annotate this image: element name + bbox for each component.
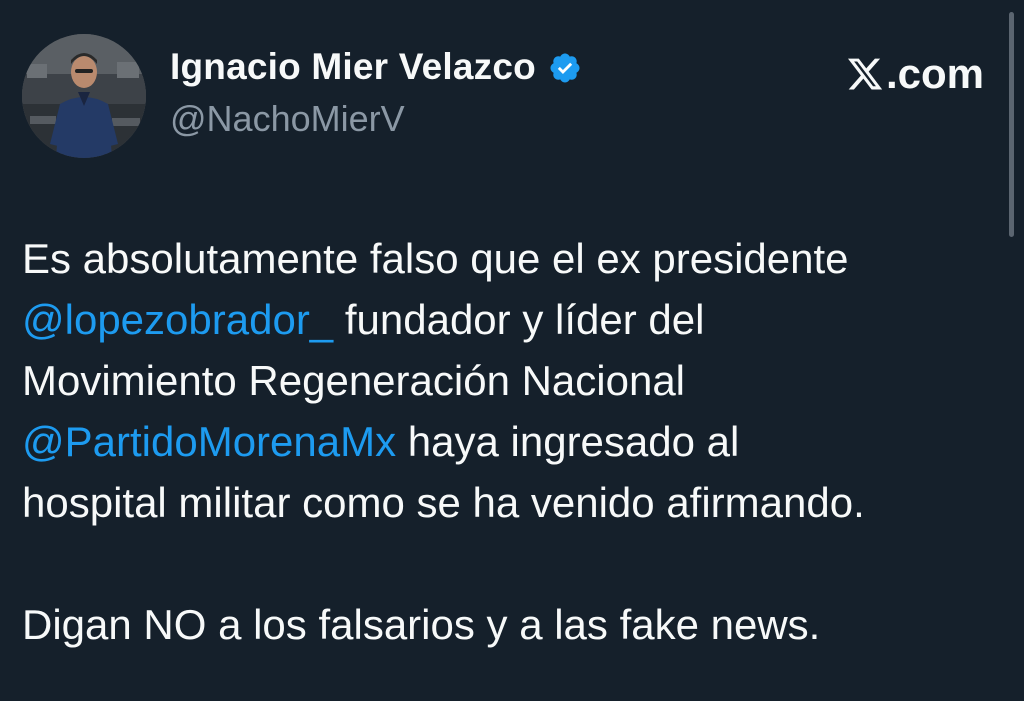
tweet-line-text: haya ingresado al [396,418,740,465]
tweet-line: @PartidoMorenaMx haya ingresado al [22,411,997,472]
display-name[interactable]: Ignacio Mier Velazco [170,46,582,88]
display-name-text: Ignacio Mier Velazco [170,46,536,87]
x-logo-icon [846,55,884,93]
site-logo: .com [846,50,984,98]
tweet-text: Es absolutamente falso que el ex preside… [22,228,997,655]
tweet-line: Movimiento Regeneración Nacional [22,357,686,404]
tweet-line: Digan NO a los falsarios y a las fake ne… [22,601,821,648]
user-handle[interactable]: @NachoMierV [170,98,405,140]
tweet-line: hospital militar como se ha venido afirm… [22,479,865,526]
tweet-line-text: fundador y líder del [333,296,705,343]
verified-badge-icon [548,51,582,85]
mention-link-lopezobrador[interactable]: @lopezobrador_ [22,296,333,343]
tweet-line: Es absolutamente falso que el ex preside… [22,235,849,282]
scrollbar[interactable] [1009,12,1014,237]
site-logo-text: .com [885,50,984,97]
avatar[interactable] [22,34,146,158]
avatar-photo [22,34,146,158]
tweet-line: @lopezobrador_ fundador y líder del [22,289,997,350]
mention-link-partidomorena[interactable]: @PartidoMorenaMx [22,418,396,465]
